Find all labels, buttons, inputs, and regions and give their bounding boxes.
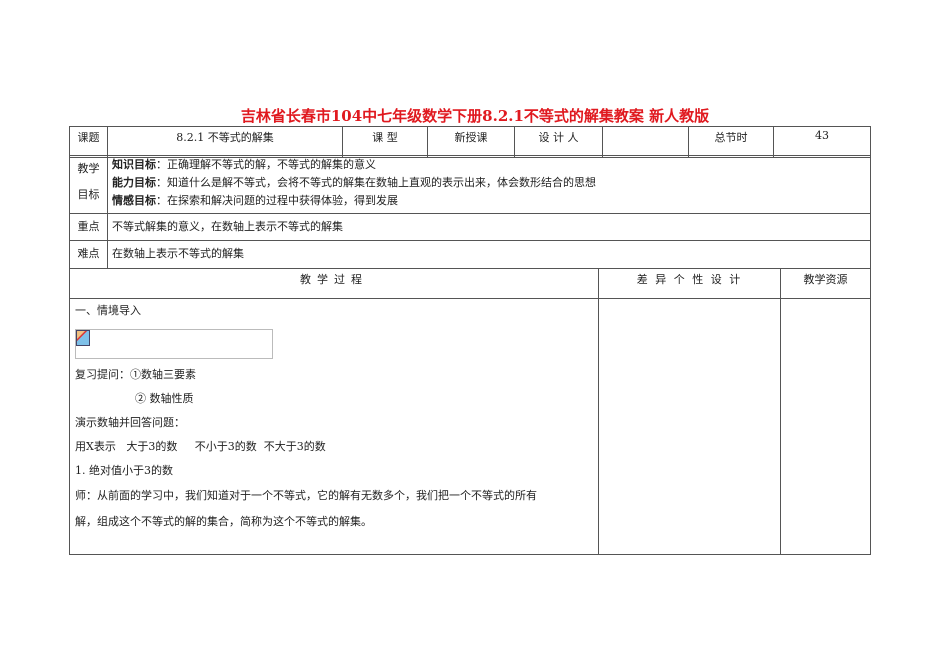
document-title: 吉林省长春市104中七年级数学下册8.2.1不等式的解集教案 新人教版 [240,107,710,125]
key-label: 重点 [69,213,108,241]
goal-name: 知识目标 [112,158,156,171]
goal-text: ：在探索和解决问题的过程中获得体验，得到发展 [156,194,398,207]
goal-emotion: 情感目标：在探索和解决问题的过程中获得体验，得到发展 [112,192,866,210]
topic-label: 课题 [69,126,108,158]
goal-ability: 能力目标：知道什么是解不等式，会将不等式的解集在数轴上直观的表示出来，体会数形结… [112,174,866,192]
key-text: 不等式解集的意义，在数轴上表示不等式的解集 [107,213,871,241]
goal-name: 情感目标 [112,194,156,207]
broken-image-placeholder [75,329,273,359]
goals-label-line1: 教学 [77,162,100,175]
difficulty-text: 在数轴上表示不等式的解集 [107,240,871,269]
process-line: 师：从前面的学习中，我们知道对于一个不等式，它的解有无数多个，我们把一个不等式的… [75,489,537,502]
process-line: 一、情境导入 [75,304,141,317]
process-line: 解，组成这个不等式的解的集合，简称为这个不等式的解集。 [75,515,372,528]
goals-table: 教学目标 知识目标：正确理解不等式的解，不等式的解集的意义 能力目标：知道什么是… [69,155,871,269]
designer-value [602,126,689,158]
process-line: 1. 绝对值小于3的数 [75,464,173,477]
process-line: 复习提问：①数轴三要素 [75,368,196,381]
differentiation-header: 差 异 个 性 设 计 [598,268,781,299]
resources-content [780,298,871,555]
header-table: 课题 8.2.1 不等式的解集 课 型 新授课 设 计 人 总节时 43 [69,126,871,158]
process-line: 演示数轴并回答问题： [75,416,185,429]
process-line: 用X表示 大于3的数 不小于3的数 不大于3的数 [75,440,326,453]
process-content: 一、情境导入 复习提问：①数轴三要素 ② 数轴性质 演示数轴并回答问题： 用X表… [69,298,599,555]
goal-name: 能力目标 [112,176,156,189]
differentiation-content [598,298,781,555]
hours-label: 总节时 [688,126,774,158]
resources-header: 教学资源 [780,268,871,299]
type-value: 新授课 [427,126,515,158]
topic-value: 8.2.1 不等式的解集 [107,126,343,158]
image-icon [76,330,90,346]
difficulty-label: 难点 [69,240,108,269]
goals-content: 知识目标：正确理解不等式的解，不等式的解集的意义 能力目标：知道什么是解不等式，… [107,155,871,214]
process-header: 教学过程 [69,268,599,299]
process-line: ② 数轴性质 [135,392,194,405]
designer-label: 设 计 人 [514,126,603,158]
type-label: 课 型 [342,126,428,158]
hours-value: 43 [773,126,871,158]
goal-text: ：正确理解不等式的解，不等式的解集的意义 [156,158,376,171]
goal-text: ：知道什么是解不等式，会将不等式的解集在数轴上直观的表示出来，体会数形结合的思想 [156,176,596,189]
process-table: 教学过程 差 异 个 性 设 计 教学资源 一、情境导入 复习提问：①数轴三要素… [69,268,871,555]
goals-label-line2: 目标 [77,188,100,201]
goals-label: 教学 目标 [69,155,108,214]
goal-knowledge: 知识目标：正确理解不等式的解，不等式的解集的意义 [112,156,866,174]
